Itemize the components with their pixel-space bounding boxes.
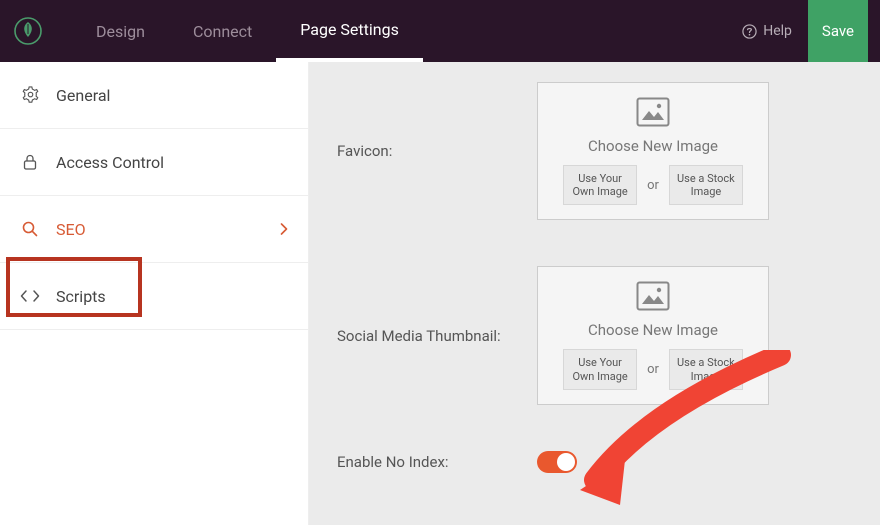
nav-tabs: Design Connect Page Settings	[72, 0, 423, 62]
sidebar-item-scripts[interactable]: Scripts	[0, 263, 308, 330]
sidebar: General Access Control SEO	[0, 62, 309, 525]
gear-icon	[20, 86, 40, 105]
sidebar-item-label: Access Control	[56, 153, 164, 172]
help-icon	[742, 24, 757, 39]
main: General Access Control SEO	[0, 62, 880, 525]
toggle-knob	[557, 453, 575, 471]
tab-connect[interactable]: Connect	[169, 0, 276, 62]
tab-design[interactable]: Design	[72, 0, 169, 62]
favicon-label: Favicon:	[337, 142, 537, 160]
sidebar-item-seo[interactable]: SEO	[0, 196, 308, 263]
no-index-label: Enable No Index:	[337, 453, 537, 471]
image-picker-caption: Choose New Image	[588, 137, 718, 155]
topbar-right: Help Save	[742, 0, 868, 62]
or-text: or	[647, 362, 659, 377]
sidebar-item-label: General	[56, 86, 110, 105]
image-picker-buttons: Use Your Own Image or Use a Stock Image	[552, 165, 754, 205]
sidebar-item-access-control[interactable]: Access Control	[0, 129, 308, 196]
social-thumbnail-image-picker: Choose New Image Use Your Own Image or U…	[537, 266, 769, 404]
app-logo[interactable]	[12, 15, 44, 47]
field-favicon: Favicon: Choose New Image Use Your Own I…	[337, 82, 852, 220]
image-picker-buttons: Use Your Own Image or Use a Stock Image	[552, 349, 754, 389]
use-own-image-button[interactable]: Use Your Own Image	[563, 165, 637, 205]
code-icon	[20, 288, 40, 304]
sidebar-item-label: Scripts	[56, 287, 106, 306]
favicon-image-picker: Choose New Image Use Your Own Image or U…	[537, 82, 769, 220]
search-icon	[20, 220, 40, 238]
image-placeholder-icon	[636, 97, 670, 127]
use-stock-image-button[interactable]: Use a Stock Image	[669, 165, 743, 205]
save-button[interactable]: Save	[808, 0, 868, 62]
use-own-image-button[interactable]: Use Your Own Image	[563, 349, 637, 389]
social-thumbnail-label: Social Media Thumbnail:	[337, 327, 537, 345]
no-index-toggle[interactable]	[537, 451, 577, 473]
sidebar-item-label: SEO	[56, 220, 86, 239]
tab-page-settings[interactable]: Page Settings	[276, 0, 423, 62]
help-link[interactable]: Help	[742, 23, 792, 39]
chevron-right-icon	[280, 220, 288, 239]
help-label: Help	[763, 23, 792, 39]
field-social-thumbnail: Social Media Thumbnail: Choose New Image…	[337, 266, 852, 404]
topbar: Design Connect Page Settings Help Save	[0, 0, 880, 62]
field-no-index: Enable No Index:	[337, 451, 852, 473]
lock-icon	[20, 153, 40, 171]
or-text: or	[647, 178, 659, 193]
content-panel: Favicon: Choose New Image Use Your Own I…	[309, 62, 880, 525]
image-placeholder-icon	[636, 281, 670, 311]
sidebar-item-general[interactable]: General	[0, 62, 308, 129]
image-picker-caption: Choose New Image	[588, 321, 718, 339]
use-stock-image-button[interactable]: Use a Stock Image	[669, 349, 743, 389]
